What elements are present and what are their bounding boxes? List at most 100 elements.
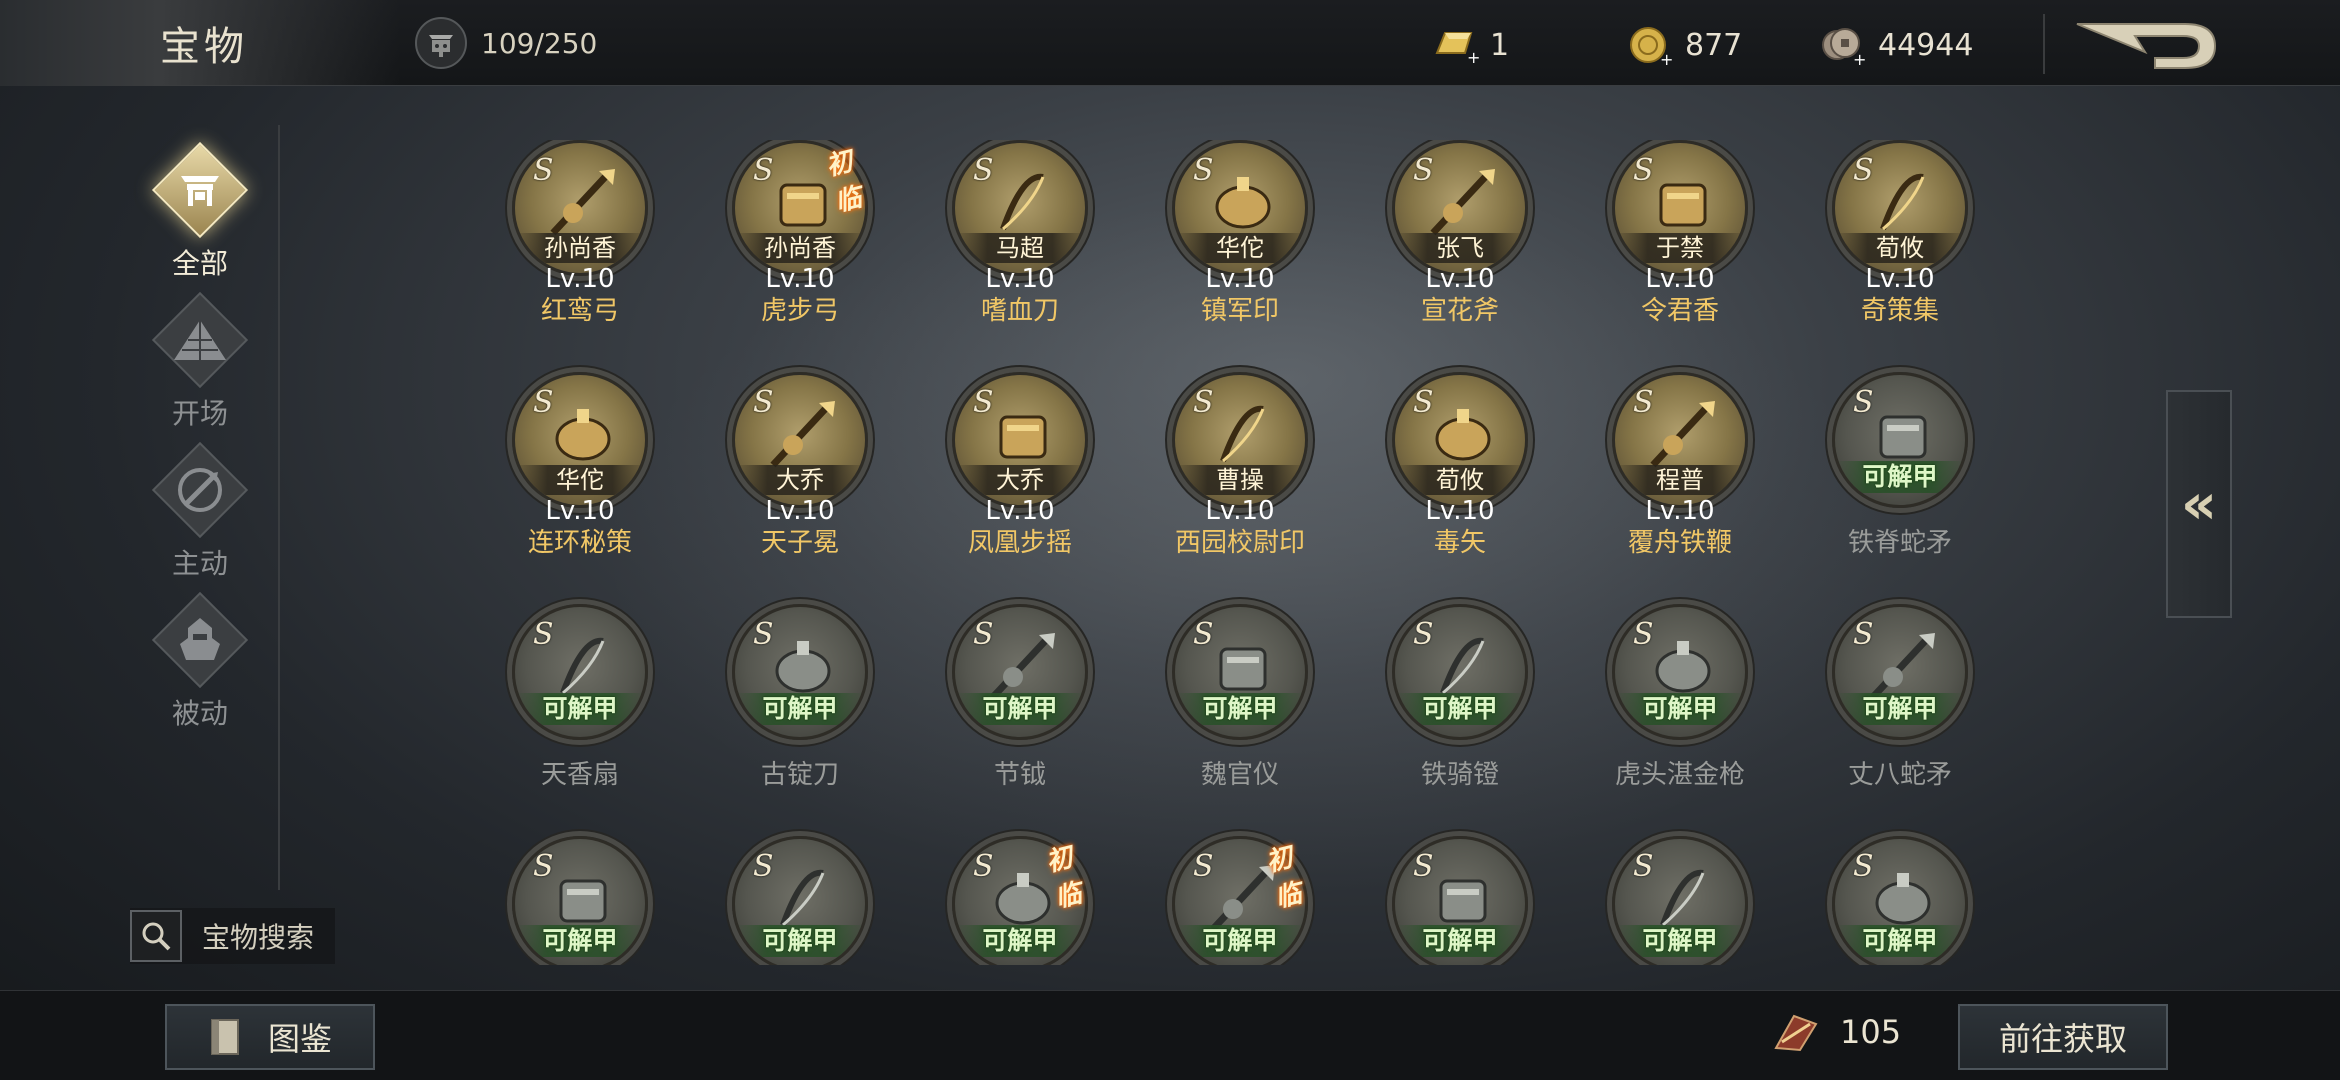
capacity-text: 109/250 bbox=[481, 26, 598, 60]
double-chevron-left-icon: « bbox=[2180, 471, 2218, 537]
treasure-item[interactable]: S 荀攸 Lv.10 毒矢 bbox=[1380, 372, 1540, 572]
treasure-item[interactable]: S 可解甲 丈八蛇矛 bbox=[1820, 604, 1980, 804]
treasure-item[interactable]: S 可解甲 节钺 bbox=[940, 604, 1100, 804]
search-icon bbox=[130, 910, 182, 962]
currency-gold-bar[interactable]: + 1 bbox=[1430, 22, 1610, 68]
treasure-name: 红鸾弓 bbox=[540, 296, 619, 326]
active-skill-icon bbox=[151, 441, 249, 539]
gold-bar-amount: 1 bbox=[1490, 27, 1510, 63]
treasure-item[interactable]: S 华佗 Lv.10 连环秘策 bbox=[500, 372, 660, 572]
gold-coin-amount: 877 bbox=[1685, 27, 1743, 63]
treasure-medal: S 可解甲 bbox=[512, 604, 648, 740]
treasure-item[interactable]: S 华佗 Lv.10 镇军印 bbox=[1160, 140, 1320, 340]
sidebar-category-label: 被动 bbox=[171, 697, 228, 730]
unlock-badge: 可解甲 bbox=[955, 693, 1085, 725]
treasure-name: 节钺 bbox=[993, 760, 1046, 790]
treasure-item[interactable]: S 可解甲 初临 bbox=[940, 836, 1100, 965]
catalog-button[interactable]: 图鉴 bbox=[165, 1004, 375, 1070]
treasure-owner: 华佗 bbox=[1175, 233, 1305, 263]
unlock-badge: 可解甲 bbox=[1615, 693, 1745, 725]
treasure-owner: 荀攸 bbox=[1835, 233, 1965, 263]
sidebar-divider bbox=[278, 125, 280, 890]
silver-coin-amount: 44944 bbox=[1878, 27, 1974, 63]
treasure-item[interactable]: S 大乔 Lv.10 凤凰步摇 bbox=[940, 372, 1100, 572]
treasure-item[interactable]: S 可解甲 天香扇 bbox=[500, 604, 660, 804]
treasure-name: 天子冕 bbox=[760, 528, 839, 558]
treasure-medal: S 可解甲 bbox=[1612, 836, 1748, 965]
unlock-badge: 可解甲 bbox=[515, 925, 645, 957]
treasure-medal: S 大乔 bbox=[732, 372, 868, 508]
treasure-artwork-icon bbox=[555, 409, 611, 461]
gold-coin-icon: + bbox=[1625, 23, 1675, 67]
sidebar-category-opening[interactable]: 开场 bbox=[140, 291, 260, 432]
treasure-item[interactable]: S 于禁 Lv.10 令君香 bbox=[1600, 140, 1760, 340]
treasure-medal: S 曹操 bbox=[1172, 372, 1308, 508]
treasure-artwork-icon bbox=[1659, 183, 1707, 227]
sidebar-category-active[interactable]: 主动 bbox=[140, 441, 260, 582]
treasure-medal: S 荀攸 bbox=[1392, 372, 1528, 508]
treasure-owner: 荀攸 bbox=[1395, 465, 1525, 495]
treasure-medal: S 马超 bbox=[952, 140, 1088, 276]
treasure-owner: 程普 bbox=[1615, 465, 1745, 495]
treasure-name: 毒矢 bbox=[1433, 528, 1486, 558]
treasure-name: 令君香 bbox=[1640, 296, 1719, 326]
treasure-medal: S 张飞 bbox=[1392, 140, 1528, 276]
treasure-owner: 张飞 bbox=[1395, 233, 1525, 263]
treasure-item[interactable]: S 可解甲 初临 bbox=[1160, 836, 1320, 965]
treasure-name: 凤凰步摇 bbox=[967, 528, 1072, 558]
treasure-item[interactable]: S 可解甲 bbox=[1820, 836, 1980, 965]
book-icon bbox=[210, 1019, 239, 1055]
currency-silver-coin[interactable]: + 44944 bbox=[1818, 22, 2038, 68]
unlock-badge: 可解甲 bbox=[1835, 925, 1965, 957]
treasure-item[interactable]: S 荀攸 Lv.10 奇策集 bbox=[1820, 140, 1980, 340]
treasure-item[interactable]: S 可解甲 虎头湛金枪 bbox=[1600, 604, 1760, 804]
go-obtain-button[interactable]: 前往获取 bbox=[1958, 1004, 2168, 1070]
treasure-owner: 华佗 bbox=[515, 465, 645, 495]
treasure-name: 虎步弓 bbox=[760, 296, 839, 326]
treasure-search-button[interactable]: 宝物搜索 bbox=[130, 908, 335, 964]
treasure-item[interactable]: S 可解甲 bbox=[500, 836, 660, 965]
gold-bar-icon: + bbox=[1430, 23, 1480, 67]
treasure-medal: S 可解甲 bbox=[1832, 372, 1968, 508]
all-icon bbox=[151, 141, 249, 239]
treasure-item[interactable]: S 大乔 Lv.10 天子冕 bbox=[720, 372, 880, 572]
collapse-panel-button[interactable]: « bbox=[2166, 390, 2232, 618]
treasure-medal: S 大乔 bbox=[952, 372, 1088, 508]
treasure-artwork-icon bbox=[1430, 169, 1495, 236]
sidebar-category-passive[interactable]: 被动 bbox=[140, 591, 260, 732]
treasure-item[interactable]: S 孙尚香 初临 Lv.10 虎步弓 bbox=[720, 140, 880, 340]
treasure-item[interactable]: S 可解甲 铁脊蛇矛 bbox=[1820, 372, 1980, 572]
svg-text:+: + bbox=[1467, 48, 1479, 65]
treasure-name: 嗜血刀 bbox=[980, 296, 1059, 326]
treasure-item[interactable]: S 可解甲 bbox=[1600, 836, 1760, 965]
sidebar-category-all[interactable]: 全部 bbox=[140, 141, 260, 282]
treasure-item[interactable]: S 马超 Lv.10 嗜血刀 bbox=[940, 140, 1100, 340]
treasure-item[interactable]: S 可解甲 古锭刀 bbox=[720, 604, 880, 804]
treasure-name: 古锭刀 bbox=[760, 760, 839, 790]
svg-text:+: + bbox=[1853, 50, 1866, 67]
back-arrow-icon bbox=[2076, 23, 2217, 69]
treasure-medal: S 荀攸 bbox=[1832, 140, 1968, 276]
treasure-item[interactable]: S 可解甲 铁骑镫 bbox=[1380, 604, 1540, 804]
top-bar: 宝物 109/250 + 1 + 877 + 44944 bbox=[0, 0, 2340, 86]
treasure-item[interactable]: S 程普 Lv.10 覆舟铁鞭 bbox=[1600, 372, 1760, 572]
treasure-item[interactable]: S 曹操 Lv.10 西园校尉印 bbox=[1160, 372, 1320, 572]
treasure-item[interactable]: S 张飞 Lv.10 宣花斧 bbox=[1380, 140, 1540, 340]
treasure-item[interactable]: S 可解甲 bbox=[1380, 836, 1540, 965]
unlock-badge: 可解甲 bbox=[1175, 693, 1305, 725]
treasure-medal: S 华佗 bbox=[512, 372, 648, 508]
treasure-name: 奇策集 bbox=[1860, 296, 1939, 326]
treasure-medal: S 可解甲 bbox=[1612, 604, 1748, 740]
unlock-badge: 可解甲 bbox=[1835, 461, 1965, 493]
treasure-medal: S 可解甲 bbox=[1832, 836, 1968, 965]
back-button[interactable] bbox=[2075, 18, 2220, 73]
svg-text:+: + bbox=[1660, 50, 1673, 67]
treasure-medal: S 可解甲 bbox=[512, 836, 648, 965]
treasure-item[interactable]: S 可解甲 魏官仪 bbox=[1160, 604, 1320, 804]
currency-gold-coin[interactable]: + 877 bbox=[1625, 22, 1805, 68]
treasure-name: 覆舟铁鞭 bbox=[1627, 528, 1732, 558]
treasure-artwork-icon bbox=[1650, 401, 1715, 468]
treasure-item[interactable]: S 孙尚香 Lv.10 红鸾弓 bbox=[500, 140, 660, 340]
header-divider bbox=[2043, 14, 2045, 74]
treasure-item[interactable]: S 可解甲 bbox=[720, 836, 880, 965]
